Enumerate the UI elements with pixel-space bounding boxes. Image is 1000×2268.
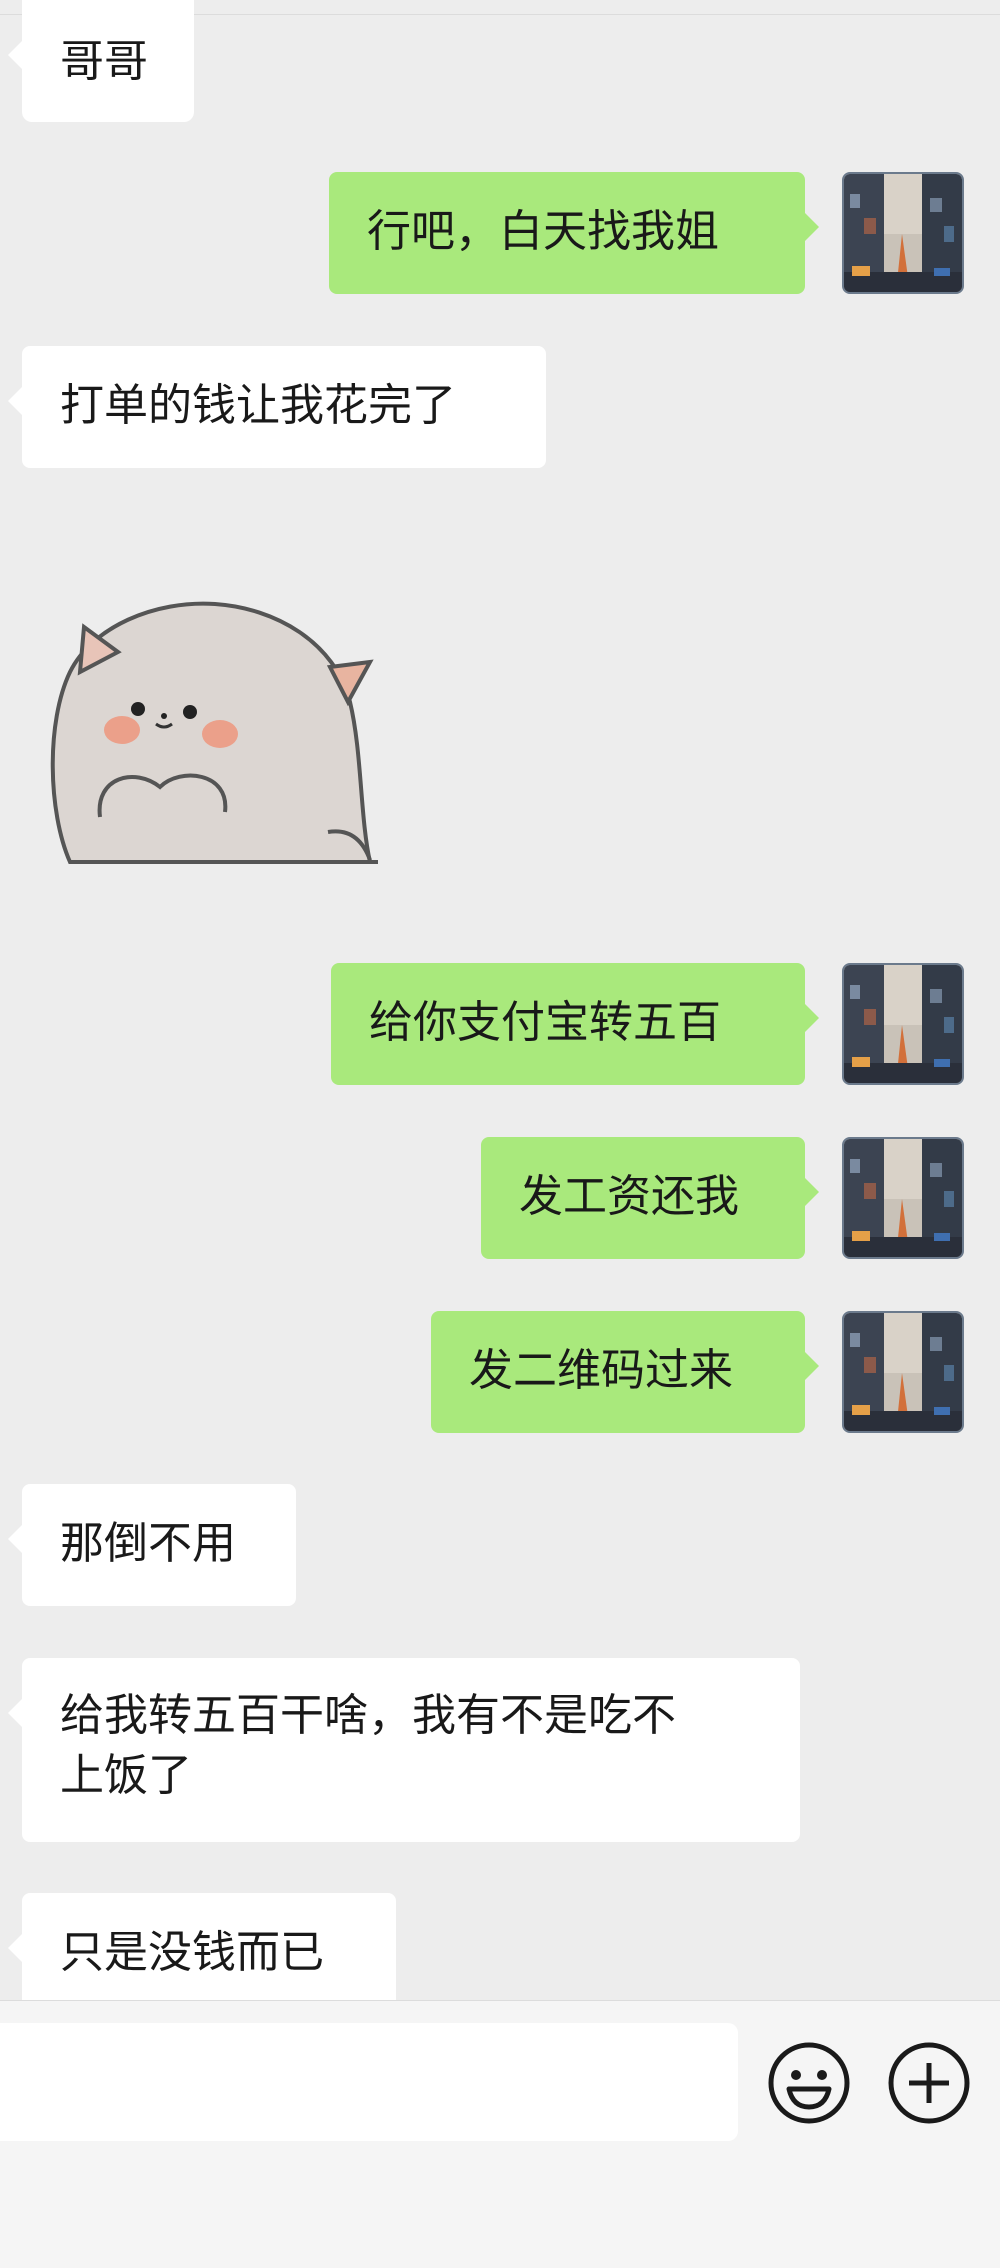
message-bubble[interactable]: 给我转五百干啥，我有不是吃不 上饭了 xyxy=(8,1658,800,1842)
message-text-line: 给我转五百干啥，我有不是吃不 xyxy=(60,1690,676,1741)
my-avatar[interactable] xyxy=(842,963,964,1085)
message-bubble[interactable]: 发工资还我 xyxy=(481,1137,819,1259)
input-bar xyxy=(0,2000,1000,2268)
chat-area[interactable]: 哥哥 行吧，白天找我姐 打单的钱让我花完了 给你支付宝转五百 发工资还我 发二维… xyxy=(0,0,1000,2015)
cat-sticker[interactable] xyxy=(40,572,390,882)
message-incoming: 给我转五百干啥，我有不是吃不 上饭了 xyxy=(8,1658,800,1842)
chubby-cat-sticker-image xyxy=(50,601,378,864)
emoji-button[interactable] xyxy=(767,2041,851,2125)
message-incoming: 那倒不用 xyxy=(8,1484,296,1606)
city-street-avatar-image xyxy=(844,1139,962,1257)
message-text: 打单的钱让我花完了 xyxy=(60,380,456,431)
message-text: 那倒不用 xyxy=(60,1518,236,1569)
message-input[interactable] xyxy=(0,2023,738,2141)
more-button[interactable] xyxy=(887,2041,971,2125)
message-incoming: 哥哥 xyxy=(8,0,194,122)
city-street-avatar-image xyxy=(844,1313,962,1431)
message-bubble[interactable]: 哥哥 xyxy=(8,0,194,122)
message-bubble[interactable]: 打单的钱让我花完了 xyxy=(8,346,546,468)
plus-circle-icon xyxy=(888,2042,970,2124)
message-incoming: 打单的钱让我花完了 xyxy=(8,346,546,468)
message-bubble[interactable]: 行吧，白天找我姐 xyxy=(329,172,819,294)
message-outgoing: 给你支付宝转五百 xyxy=(331,963,819,1085)
message-text-line: 上饭了 xyxy=(60,1750,192,1801)
message-text: 给你支付宝转五百 xyxy=(369,997,721,1048)
message-bubble[interactable]: 那倒不用 xyxy=(8,1484,296,1606)
city-street-avatar-image xyxy=(844,174,962,292)
smiley-face-icon xyxy=(768,2042,850,2124)
message-bubble[interactable]: 给你支付宝转五百 xyxy=(331,963,819,1085)
message-bubble[interactable]: 发二维码过来 xyxy=(431,1311,819,1433)
my-avatar[interactable] xyxy=(842,172,964,294)
message-text: 行吧，白天找我姐 xyxy=(367,206,719,257)
message-text: 只是没钱而已 xyxy=(60,1927,324,1978)
message-outgoing: 发二维码过来 xyxy=(431,1311,819,1433)
my-avatar[interactable] xyxy=(842,1137,964,1259)
message-text: 发二维码过来 xyxy=(469,1345,733,1396)
city-street-avatar-image xyxy=(844,965,962,1083)
message-outgoing: 发工资还我 xyxy=(481,1137,819,1259)
message-outgoing: 行吧，白天找我姐 xyxy=(329,172,819,294)
message-bubble[interactable]: 只是没钱而已 xyxy=(8,1893,396,2015)
message-incoming: 只是没钱而已 xyxy=(8,1893,396,2015)
message-text: 发工资还我 xyxy=(519,1171,739,1222)
my-avatar[interactable] xyxy=(842,1311,964,1433)
message-text: 哥哥 xyxy=(60,36,148,87)
